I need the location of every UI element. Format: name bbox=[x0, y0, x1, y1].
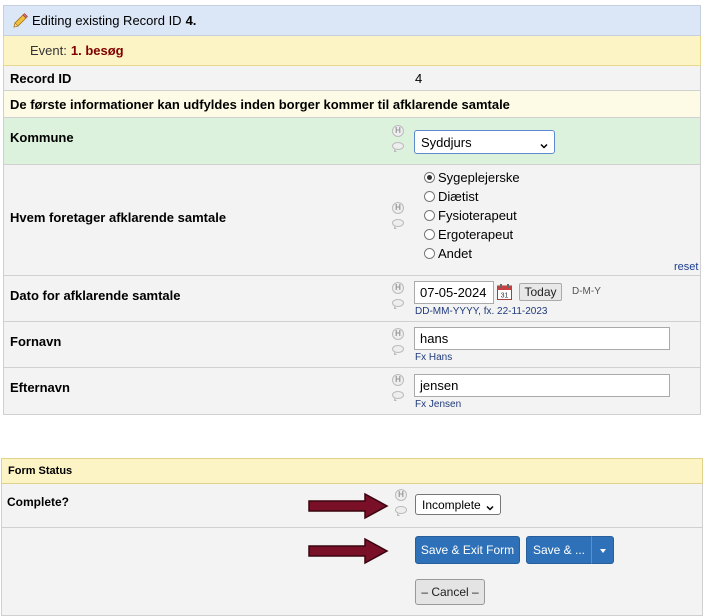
pointer-arrow-icon bbox=[308, 492, 389, 520]
kommune-row: Kommune H Syddjurs bbox=[3, 118, 701, 165]
event-banner: Event: 1. besøg bbox=[3, 36, 701, 66]
event-value: 1. besøg bbox=[70, 43, 124, 58]
today-button[interactable]: Today bbox=[519, 283, 562, 301]
radio-option-label: Fysioterapeut bbox=[438, 208, 517, 223]
comment-icon[interactable] bbox=[392, 391, 404, 401]
radio-option-andet[interactable]: Andet bbox=[424, 246, 472, 261]
record-id-label: Record ID bbox=[10, 71, 72, 86]
record-id-number: 4. bbox=[185, 13, 197, 28]
radio-option-sygeplejerske[interactable]: Sygeplejerske bbox=[424, 170, 520, 185]
hvem-label: Hvem foretager afklarende samtale bbox=[10, 210, 227, 225]
field-help-icons: H bbox=[392, 328, 406, 355]
radio-option-diaetist[interactable]: Diætist bbox=[424, 189, 478, 204]
radio-option-ergoterapeut[interactable]: Ergoterapeut bbox=[424, 227, 513, 242]
fornavn-label: Fornavn bbox=[10, 334, 62, 349]
dato-hint: DD-MM-YYYY, fx. 22-11-2023 bbox=[415, 306, 548, 317]
radio-button-selected[interactable] bbox=[424, 172, 435, 183]
pointer-arrow-icon bbox=[308, 537, 389, 565]
editing-record-banner: Editing existing Record ID 4. bbox=[3, 5, 701, 36]
kommune-selected-value: Syddjurs bbox=[421, 134, 472, 150]
history-icon[interactable]: H bbox=[392, 282, 404, 294]
efternavn-input[interactable]: jensen bbox=[414, 374, 670, 397]
dato-row: Dato for afklarende samtale H 07-05-2024… bbox=[3, 276, 701, 322]
history-icon[interactable]: H bbox=[392, 125, 404, 137]
section-note-row: De første informationer kan udfyldes ind… bbox=[3, 91, 701, 118]
efternavn-label: Efternavn bbox=[10, 380, 70, 395]
radio-option-label: Ergoterapeut bbox=[438, 227, 514, 242]
comment-icon[interactable] bbox=[392, 142, 404, 152]
efternavn-value: jensen bbox=[420, 378, 459, 393]
complete-status-value: Incomplete bbox=[422, 497, 481, 512]
chevron-down-icon bbox=[540, 138, 548, 149]
complete-label: Complete? bbox=[7, 495, 70, 509]
radio-button[interactable] bbox=[424, 191, 435, 202]
caret-down-icon bbox=[599, 543, 607, 557]
chevron-down-icon bbox=[486, 501, 494, 511]
field-help-icons: H bbox=[392, 282, 406, 309]
field-help-icons: H bbox=[392, 202, 406, 229]
fornavn-input[interactable]: hans bbox=[414, 327, 670, 350]
history-icon[interactable]: H bbox=[392, 202, 404, 214]
kommune-label: Kommune bbox=[10, 130, 74, 145]
field-help-icons: H bbox=[392, 125, 406, 152]
comment-icon[interactable] bbox=[392, 345, 404, 355]
save-options-dropdown[interactable] bbox=[591, 536, 614, 564]
efternavn-row: Efternavn H jensen Fx Jensen bbox=[3, 368, 701, 415]
cancel-button[interactable]: – Cancel – bbox=[415, 579, 485, 605]
fornavn-value: hans bbox=[420, 331, 449, 346]
hvem-row: Hvem foretager afklarende samtale H Syge… bbox=[3, 165, 701, 276]
form-status-header: Form Status bbox=[1, 458, 703, 484]
efternavn-hint: Fx Jensen bbox=[415, 399, 462, 410]
comment-icon[interactable] bbox=[392, 219, 404, 229]
radio-option-label: Diætist bbox=[438, 189, 479, 204]
radio-button[interactable] bbox=[424, 210, 435, 221]
reset-link[interactable]: reset bbox=[674, 261, 698, 273]
history-icon[interactable]: H bbox=[392, 374, 404, 386]
history-icon[interactable]: H bbox=[392, 328, 404, 340]
fornavn-hint: Fx Hans bbox=[415, 352, 453, 363]
radio-option-fysioterapeut[interactable]: Fysioterapeut bbox=[424, 208, 517, 223]
event-label: Event: bbox=[30, 43, 67, 58]
radio-option-label: Andet bbox=[438, 246, 472, 261]
history-icon[interactable]: H bbox=[395, 489, 407, 501]
radio-button[interactable] bbox=[424, 248, 435, 259]
field-help-icons: H bbox=[392, 374, 406, 401]
record-id-row: Record ID 4 bbox=[3, 66, 701, 91]
fornavn-row: Fornavn H hans Fx Hans bbox=[3, 322, 701, 368]
svg-text:31: 31 bbox=[501, 293, 509, 300]
calendar-icon[interactable]: 31 bbox=[497, 284, 512, 303]
complete-status-select[interactable]: Incomplete bbox=[415, 494, 501, 515]
field-help-icons: H bbox=[395, 489, 409, 516]
record-id-value: 4 bbox=[415, 71, 423, 86]
save-actions-row: Save & Exit Form Save & ... – Cancel – bbox=[1, 528, 703, 616]
comment-icon[interactable] bbox=[392, 299, 404, 309]
save-and-more-button[interactable]: Save & ... bbox=[526, 536, 592, 564]
complete-row: Complete? H Incomplete bbox=[1, 484, 703, 528]
dato-input[interactable]: 07-05-2024 bbox=[414, 281, 494, 304]
radio-button[interactable] bbox=[424, 229, 435, 240]
comment-icon[interactable] bbox=[395, 506, 407, 516]
pencil-icon bbox=[11, 12, 29, 30]
dato-label: Dato for afklarende samtale bbox=[10, 288, 181, 303]
dato-value: 07-05-2024 bbox=[420, 285, 487, 300]
section-note: De første informationer kan udfyldes ind… bbox=[10, 97, 510, 112]
radio-option-label: Sygeplejerske bbox=[438, 170, 520, 185]
editing-prefix: Editing existing Record ID bbox=[32, 13, 182, 28]
date-format-label: D-M-Y bbox=[572, 286, 601, 297]
save-exit-form-button[interactable]: Save & Exit Form bbox=[415, 536, 520, 564]
kommune-select[interactable]: Syddjurs bbox=[414, 130, 555, 154]
